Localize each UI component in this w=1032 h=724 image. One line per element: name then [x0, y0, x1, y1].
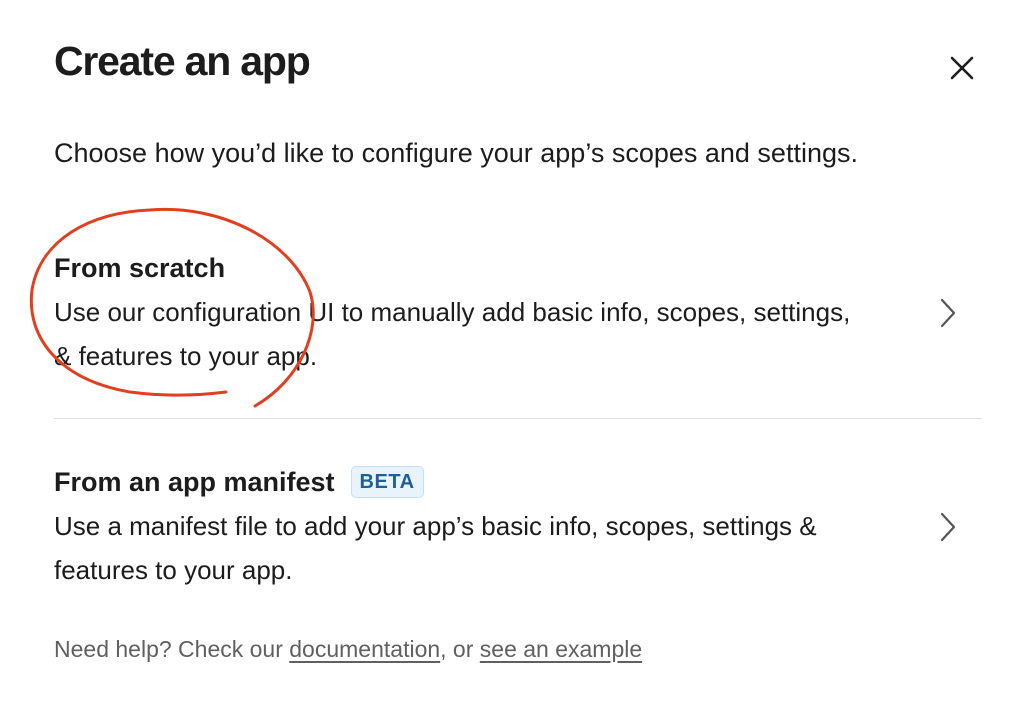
- option-title-text: From an app manifest: [54, 466, 335, 497]
- documentation-link[interactable]: documentation: [289, 636, 440, 662]
- help-prefix: Need help? Check our: [54, 636, 290, 662]
- chevron-right-icon: [940, 512, 956, 542]
- option-description: Use our configuration UI to manually add…: [54, 297, 851, 371]
- help-text: Need help? Check our documentation, or s…: [54, 636, 642, 663]
- example-link[interactable]: see an example: [480, 636, 642, 662]
- modal-title: Create an app: [54, 38, 311, 84]
- option-description: Use a manifest file to add your app’s ba…: [54, 511, 817, 585]
- close-icon: [950, 56, 974, 80]
- beta-badge: BETA: [350, 466, 424, 498]
- option-title: From scratch: [54, 248, 982, 288]
- close-button[interactable]: [942, 48, 982, 88]
- option-from-manifest[interactable]: From an app manifest BETA Use a manifest…: [54, 462, 982, 602]
- modal-subtitle: Choose how you’d like to configure your …: [54, 138, 858, 168]
- chevron-right-icon: [940, 298, 956, 328]
- create-app-modal: Create an app Choose how you’d like to c…: [0, 0, 1032, 724]
- divider: [54, 418, 982, 419]
- option-title: From an app manifest BETA: [54, 462, 982, 502]
- option-title-text: From scratch: [54, 252, 226, 283]
- option-from-scratch[interactable]: From scratch Use our configuration UI to…: [54, 248, 982, 416]
- help-middle: , or: [440, 636, 480, 662]
